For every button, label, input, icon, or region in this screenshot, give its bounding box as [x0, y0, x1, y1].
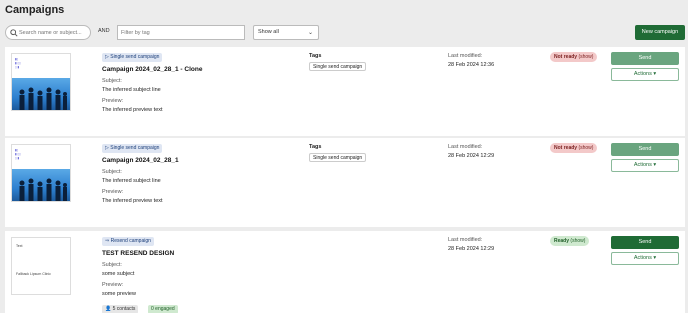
send-button[interactable]: Send	[611, 236, 679, 249]
last-modified-label: Last modified:	[448, 237, 483, 243]
subject-value: The inferred subject line	[102, 178, 161, 184]
status-show-link[interactable]: (show)	[570, 238, 585, 244]
contacts-label: 5 contacts	[112, 306, 136, 312]
tag-filter-input[interactable]	[121, 27, 241, 38]
campaign-card: Text Fallback Lipsum Clinic ⇒ Resend cam…	[5, 231, 685, 313]
status-text: Ready	[554, 238, 570, 244]
subject-label: Subject:	[102, 78, 122, 84]
preview-label: Preview:	[102, 98, 124, 104]
status-badge[interactable]: Not ready (show)	[550, 52, 598, 62]
last-modified-label: Last modified:	[448, 53, 483, 59]
search-box[interactable]	[5, 25, 91, 40]
campaign-name[interactable]: Campaign 2024_02_28_1 - Clone	[102, 66, 202, 73]
search-input[interactable]	[19, 27, 89, 38]
subject-label: Subject:	[102, 262, 122, 268]
show-filter-value: Show all	[258, 29, 279, 35]
send-button[interactable]: Send	[611, 143, 679, 156]
status-badge[interactable]: Ready (show)	[550, 236, 590, 246]
tags-label: Tags	[309, 53, 322, 59]
tag-chip[interactable]: Single send campaign	[309, 153, 367, 162]
thumbnail-text: Text	[16, 244, 23, 248]
tag-chip[interactable]: Single send campaign	[309, 62, 367, 71]
campaign-type-badge: ▷ Single send campaign	[102, 53, 163, 62]
campaign-name[interactable]: TEST RESEND DESIGN	[102, 250, 174, 257]
thumbnail-text: Fallback Lipsum Clinic	[16, 272, 51, 276]
status-show-link[interactable]: (show)	[578, 54, 593, 60]
campaign-type-label: Single send campaign	[110, 145, 160, 151]
status-show-link[interactable]: (show)	[578, 145, 593, 151]
toolbar: AND Show all ⌄ New campaign	[5, 25, 685, 41]
new-campaign-button[interactable]: New campaign	[635, 25, 685, 40]
subject-value: The inferred subject line	[102, 87, 161, 93]
subject-label: Subject:	[102, 169, 122, 175]
page-title: Campaigns	[5, 4, 65, 16]
send-button[interactable]: Send	[611, 52, 679, 65]
campaign-thumbnail[interactable]: ▮▯ ▮ ▯▯ ▯ ▮	[11, 53, 71, 111]
campaign-name[interactable]: Campaign 2024_02_28_1	[102, 157, 179, 164]
tag-filter[interactable]	[117, 25, 245, 40]
last-modified-value: 28 Feb 2024 12:36	[448, 62, 495, 68]
status-badge[interactable]: Not ready (show)	[550, 143, 598, 153]
chevron-down-icon: ⌄	[307, 30, 313, 36]
and-label: AND	[98, 28, 110, 34]
actions-button[interactable]: Actions ▾	[611, 252, 679, 265]
actions-button[interactable]: Actions ▾	[611, 68, 679, 81]
campaign-card: ▮▯ ▮ ▯▯ ▯ ▮ ▷ Single send campaign Campaig…	[5, 47, 685, 136]
tags-label: Tags	[309, 144, 322, 150]
actions-button[interactable]: Actions ▾	[611, 159, 679, 172]
thumbnail-text-lines: ▮▯ ▮ ▯▯ ▯ ▮	[15, 148, 21, 160]
preview-value: The inferred preview text	[102, 107, 163, 113]
contacts-count[interactable]: 👤 5 contacts	[102, 305, 139, 313]
campaign-type-badge: ▷ Single send campaign	[102, 144, 163, 153]
people-silhouette-icon	[19, 178, 67, 201]
campaign-card: ▮▯ ▮ ▯▯ ▯ ▮ ▷ Single send campaign Campaig…	[5, 138, 685, 227]
show-filter-select[interactable]: Show all ⌄	[253, 25, 319, 40]
campaign-type-badge: ⇒ Resend campaign	[102, 237, 154, 246]
people-silhouette-icon	[19, 87, 67, 110]
engaged-count[interactable]: 0 engaged	[148, 305, 178, 313]
last-modified-label: Last modified:	[448, 144, 483, 150]
preview-label: Preview:	[102, 189, 124, 195]
subject-value: some subject	[102, 271, 135, 277]
last-modified-value: 28 Feb 2024 12:29	[448, 153, 495, 159]
campaign-thumbnail[interactable]: ▮▯ ▮ ▯▯ ▯ ▮	[11, 144, 71, 202]
campaign-thumbnail[interactable]: Text Fallback Lipsum Clinic	[11, 237, 71, 295]
campaign-type-label: Single send campaign	[110, 54, 160, 60]
preview-label: Preview:	[102, 282, 124, 288]
last-modified-value: 28 Feb 2024 12:29	[448, 246, 495, 252]
preview-value: The inferred preview text	[102, 198, 163, 204]
campaign-type-label: Resend campaign	[110, 238, 151, 244]
preview-value: some preview	[102, 291, 136, 297]
person-icon: 👤	[105, 306, 113, 312]
status-text: Not ready	[554, 145, 578, 151]
search-icon	[10, 29, 18, 37]
status-text: Not ready	[554, 54, 578, 60]
thumbnail-text-lines: ▮▯ ▮ ▯▯ ▯ ▮	[15, 57, 21, 69]
